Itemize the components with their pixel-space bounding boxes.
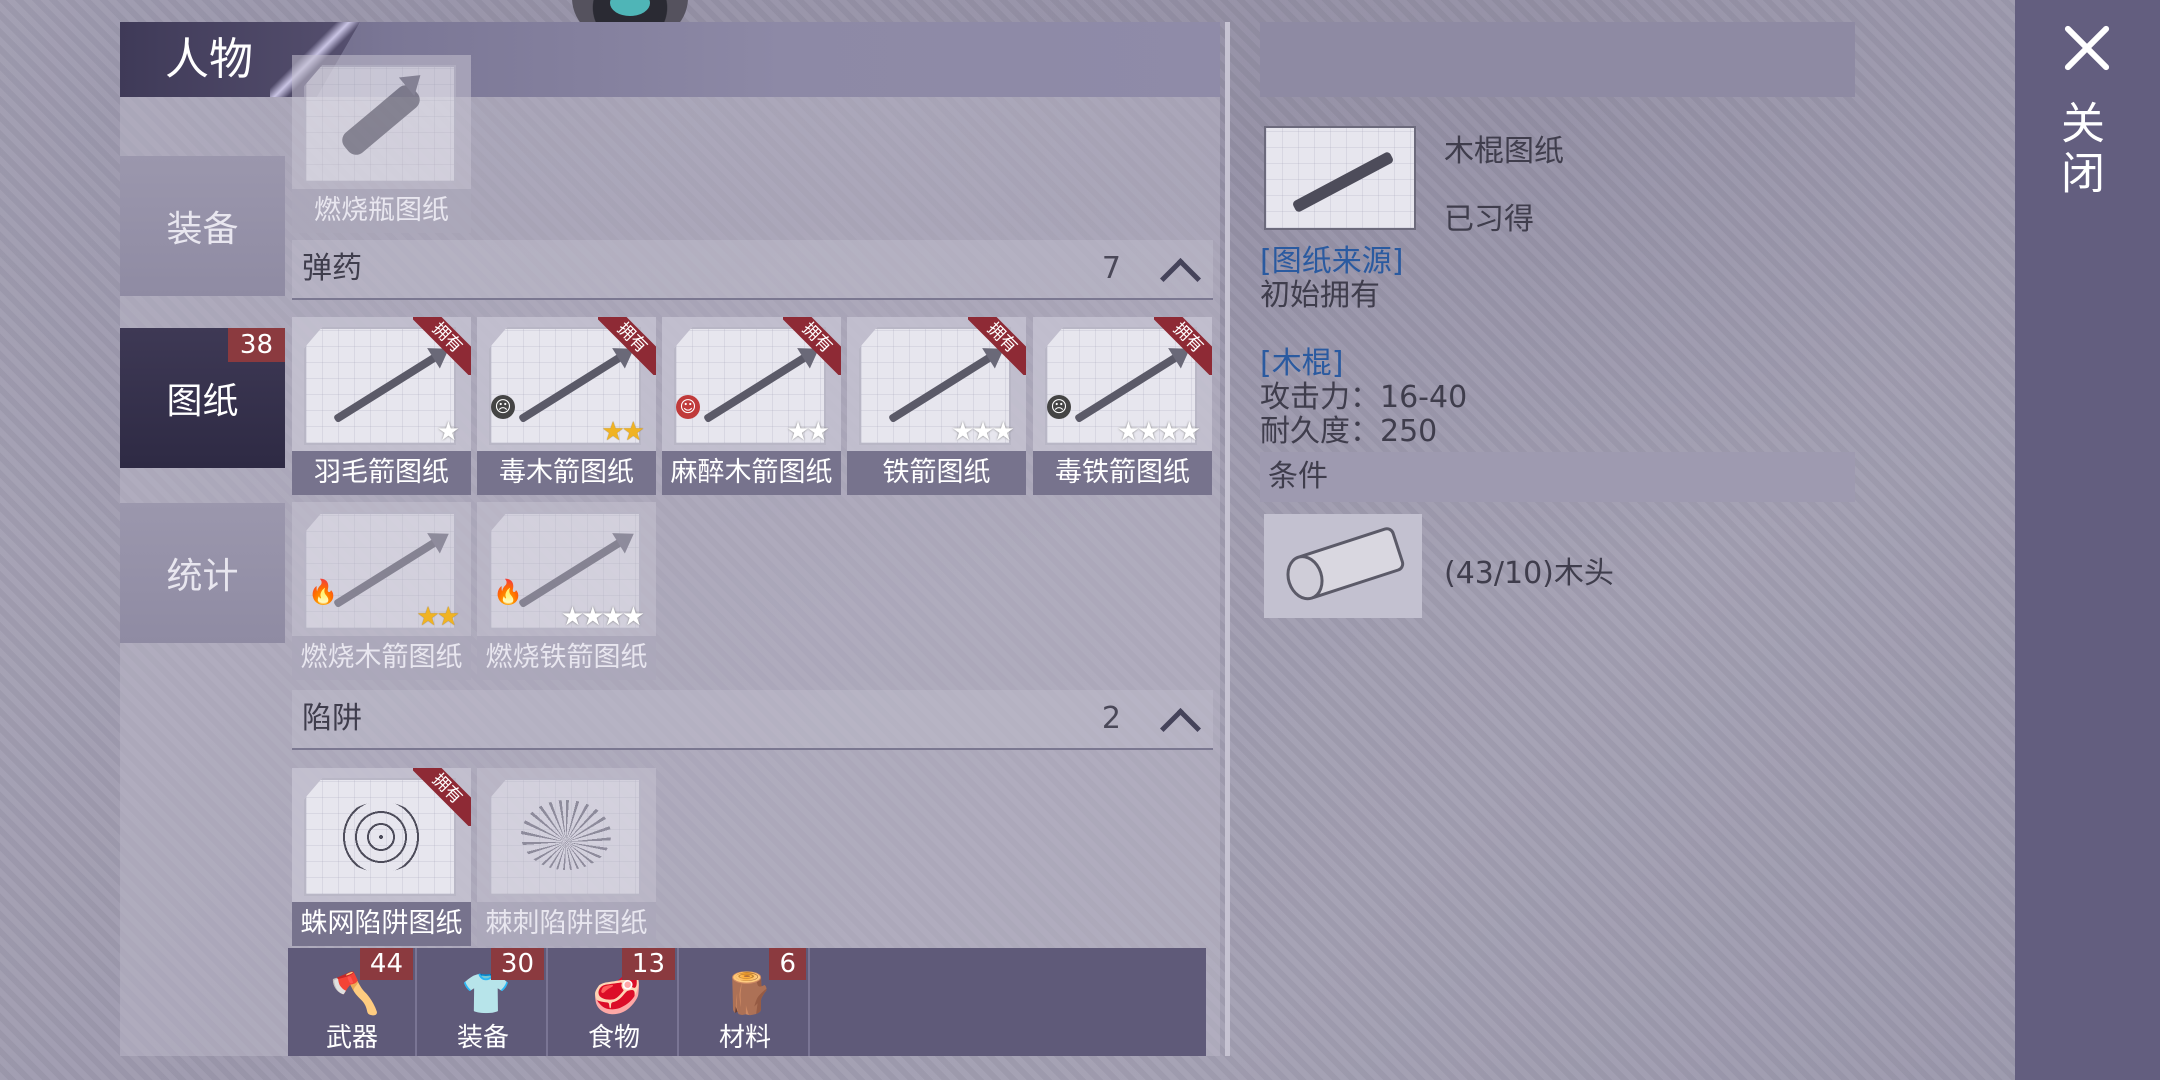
tab-label: 武器 bbox=[325, 1023, 378, 1053]
tab-label: 食物 bbox=[587, 1023, 640, 1053]
sidebar-item-stats[interactable]: 统计 bbox=[120, 503, 285, 643]
star-rating: ★★ bbox=[786, 417, 830, 447]
close-label[interactable]: 关闭 bbox=[2053, 100, 2110, 200]
blueprint-item[interactable]: 拥有 蛛网陷阱图纸 bbox=[292, 768, 471, 946]
blueprint-item[interactable]: ☹ 拥有 ★★ 毒木箭图纸 bbox=[477, 317, 656, 495]
sidebar-item-label: 图纸 bbox=[166, 381, 239, 422]
source-value: 初始拥有 bbox=[1260, 278, 1380, 313]
chevron-up-icon[interactable] bbox=[1159, 257, 1202, 300]
tab-materials[interactable]: 🪵 6 材料 bbox=[682, 948, 810, 1056]
section-count: 2 bbox=[1101, 701, 1121, 736]
owned-ribbon: 拥有 bbox=[413, 317, 471, 375]
item-label: 铁箭图纸 bbox=[847, 451, 1026, 495]
star-rating: ★★★★ bbox=[1116, 417, 1201, 447]
owned-ribbon: 拥有 bbox=[968, 317, 1026, 375]
detail-header bbox=[1260, 22, 1855, 97]
star-rating: ★★★ bbox=[951, 417, 1015, 447]
tab-label: 材料 bbox=[718, 1023, 771, 1053]
owned-ribbon: 拥有 bbox=[1154, 317, 1212, 375]
sidebar-item-equipment[interactable]: 装备 bbox=[120, 156, 285, 296]
tab-food[interactable]: 🥩 13 食物 bbox=[551, 948, 679, 1056]
requirement-text: (43/10)木头 bbox=[1444, 556, 1614, 591]
close-icon[interactable] bbox=[2062, 22, 2112, 72]
blueprint-item[interactable]: 🔥 ★★★★ 燃烧铁箭图纸 bbox=[477, 502, 656, 680]
blueprint-item[interactable]: ☺ 拥有 ★★ 麻醉木箭图纸 bbox=[662, 317, 841, 495]
blueprint-icon bbox=[304, 65, 456, 183]
section-name: 陷阱 bbox=[302, 701, 362, 736]
section-count: 7 bbox=[1101, 251, 1121, 286]
blueprint-item[interactable]: 拥有 ★ 羽毛箭图纸 bbox=[292, 317, 471, 495]
item-label: 燃烧瓶图纸 bbox=[292, 189, 471, 233]
sidebar-item-label: 装备 bbox=[166, 209, 239, 250]
poison-icon: ☹ bbox=[1047, 395, 1071, 419]
left-panel bbox=[120, 22, 1220, 1056]
owned-ribbon: 拥有 bbox=[598, 317, 656, 375]
detail-item-name: 木棍图纸 bbox=[1444, 134, 1564, 169]
count-badge: 30 bbox=[490, 948, 544, 980]
blueprint-item[interactable]: ☹ 拥有 ★★★★ 毒铁箭图纸 bbox=[1033, 317, 1212, 495]
fire-icon: 🔥 bbox=[308, 578, 338, 606]
item-label: 毒木箭图纸 bbox=[477, 451, 656, 495]
count-badge: 13 bbox=[621, 948, 675, 980]
wood-log-icon bbox=[1264, 514, 1422, 618]
owned-ribbon: 拥有 bbox=[413, 768, 471, 826]
item-label: 蛛网陷阱图纸 bbox=[292, 902, 471, 946]
section-name: 弹药 bbox=[302, 251, 362, 286]
blueprint-item[interactable]: 拥有 ★★★ 铁箭图纸 bbox=[847, 317, 1026, 495]
sleep-icon: ☺ bbox=[676, 395, 700, 419]
spike-trap-icon bbox=[489, 778, 641, 896]
detail-status: 已习得 bbox=[1444, 202, 1534, 237]
conditions-header: 条件 bbox=[1260, 452, 1855, 502]
item-label: 燃烧木箭图纸 bbox=[292, 636, 471, 680]
wood-icon: 🪵 bbox=[723, 971, 773, 1017]
item-label: 麻醉木箭图纸 bbox=[662, 451, 841, 495]
blueprint-item[interactable]: 棘刺陷阱图纸 bbox=[477, 768, 656, 946]
chevron-up-icon[interactable] bbox=[1159, 707, 1202, 750]
star-rating: ★★ bbox=[416, 602, 460, 632]
blueprint-item[interactable]: 🔥 ★★ 燃烧木箭图纸 bbox=[292, 502, 471, 680]
item-label: 毒铁箭图纸 bbox=[1033, 451, 1212, 495]
count-badge: 6 bbox=[769, 948, 806, 980]
count-badge: 38 bbox=[227, 328, 285, 362]
tab-label: 装备 bbox=[456, 1023, 509, 1053]
item-label: 羽毛箭图纸 bbox=[292, 451, 471, 495]
section-header-ammo[interactable]: 弹药 7 bbox=[292, 240, 1213, 300]
count-badge: 44 bbox=[359, 948, 413, 980]
poison-icon: ☹ bbox=[491, 395, 515, 419]
sidebar-item-blueprints[interactable]: 图纸 38 bbox=[120, 328, 285, 468]
tab-equipment[interactable]: 👕 30 装备 bbox=[420, 948, 548, 1056]
durability-stat: 耐久度：250 bbox=[1260, 414, 1438, 449]
sidebar-item-label: 统计 bbox=[166, 556, 239, 597]
fire-icon: 🔥 bbox=[493, 578, 523, 606]
tab-weapons[interactable]: 🪓 44 武器 bbox=[289, 948, 417, 1056]
item-label: 燃烧铁箭图纸 bbox=[477, 636, 656, 680]
blueprint-item[interactable]: 燃烧瓶图纸 bbox=[292, 55, 471, 233]
divider bbox=[1225, 22, 1230, 1056]
star-rating: ★★ bbox=[601, 417, 645, 447]
owned-ribbon: 拥有 bbox=[783, 317, 841, 375]
wooden-stick-icon bbox=[1264, 126, 1416, 230]
star-rating: ★ bbox=[436, 417, 460, 447]
section-header-traps[interactable]: 陷阱 2 bbox=[292, 690, 1213, 750]
item-label: 棘刺陷阱图纸 bbox=[477, 902, 656, 946]
star-rating: ★★★★ bbox=[560, 602, 645, 632]
